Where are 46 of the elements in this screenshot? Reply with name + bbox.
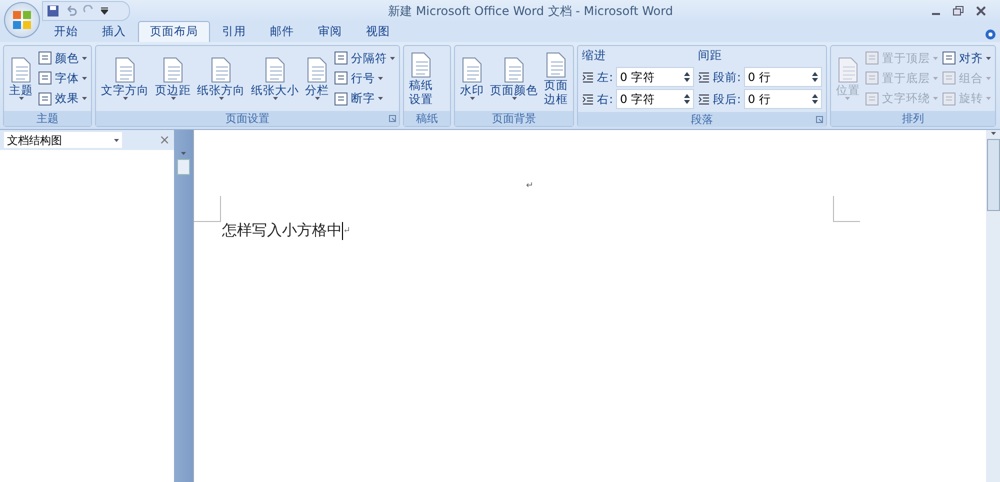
group-label: 页面背景	[492, 111, 536, 126]
ribbon-tab[interactable]: 视图	[354, 21, 402, 42]
ribbon-button[interactable]: 纸张方向	[196, 56, 246, 101]
ribbon-button[interactable]: 行号	[334, 68, 395, 88]
ribbon-button[interactable]: 断字	[334, 89, 395, 108]
view-dropdown[interactable]: 文档结构图	[4, 132, 122, 148]
ribbon-button[interactable]: 文字方向	[100, 56, 150, 101]
group-label: 排列	[902, 111, 924, 126]
group-label: 段落	[691, 112, 714, 127]
ribbon-button[interactable]: 页边距	[154, 56, 192, 101]
ribbon-button[interactable]: 对齐	[942, 48, 991, 68]
group-label: 主题	[36, 111, 58, 126]
group-label: 稿纸	[416, 111, 438, 126]
ribbon-tab[interactable]: 开始	[42, 21, 90, 42]
document-text: 怎样写入小方格中	[222, 221, 342, 240]
spin-field[interactable]: 0 行	[744, 67, 822, 87]
ribbon-tab[interactable]: 插入	[90, 21, 138, 42]
spin-label: 段后:	[713, 92, 741, 106]
ribbon-button[interactable]: 主题	[8, 56, 34, 101]
paragraph-mark: ↵	[343, 226, 351, 236]
ribbon-button[interactable]: 稿纸设置	[408, 50, 434, 106]
spin-field[interactable]: 0 行	[744, 89, 822, 109]
ribbon-button[interactable]: 颜色	[38, 48, 87, 68]
ribbon-button[interactable]: 效果	[38, 89, 87, 108]
spin-label: 左:	[597, 70, 614, 84]
ribbon-tab[interactable]: 页面布局	[138, 21, 210, 42]
ribbon-button[interactable]: 分隔符	[334, 48, 395, 68]
spin-label: 右:	[597, 92, 614, 106]
close-button[interactable]: ×	[159, 132, 170, 148]
spin-label: 段前:	[713, 70, 741, 84]
group-heading: 间距	[698, 48, 724, 64]
ribbon-tab[interactable]: 邮件	[258, 21, 306, 42]
spin-field[interactable]: 0 字符	[616, 89, 694, 109]
window-title: 新建 Microsoft Office Word 文档 - Microsoft Word	[387, 2, 674, 20]
ribbon-button[interactable]: 分栏	[304, 56, 330, 101]
paragraph-mark: ↵	[526, 181, 534, 191]
ribbon-button[interactable]: 字体	[38, 68, 87, 88]
ribbon-button[interactable]: 页面边框	[543, 50, 570, 106]
spin-field[interactable]: 0 字符	[616, 67, 694, 87]
ribbon-button[interactable]: 纸张大小	[250, 56, 300, 101]
ribbon-button[interactable]: 水印	[459, 56, 485, 101]
ribbon-tab[interactable]: 引用	[210, 21, 258, 42]
ribbon-tab[interactable]: 审阅	[306, 21, 354, 42]
group-heading: 缩进	[582, 48, 608, 64]
group-label: 页面设置	[226, 111, 270, 126]
ribbon-button[interactable]: 页面颜色	[489, 56, 539, 101]
